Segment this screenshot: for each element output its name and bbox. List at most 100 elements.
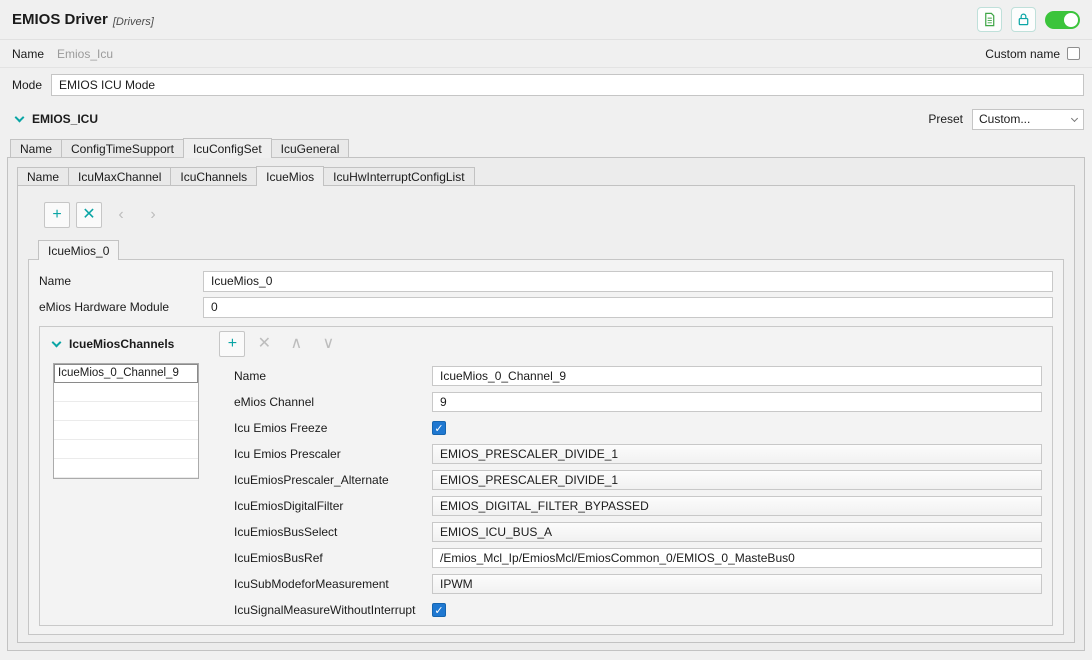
icuemios-name-input[interactable]: IcueMios_0 (203, 270, 1053, 292)
field-row-bus-ref: IcuEmiosBusRef /Emios_Mcl_Ip/EmiosMcl/Em… (234, 545, 1042, 571)
inner-tab-icuemios[interactable]: IcueMios (256, 166, 325, 186)
icuemioschannels-group: IcueMiosChannels + ✕ ∧ ∨ IcueMios_0_Chan… (39, 326, 1053, 626)
document-icon (985, 12, 995, 27)
bus-select[interactable]: EMIOS_ICU_BUS_A (432, 522, 1042, 542)
enable-toggle[interactable] (1045, 10, 1080, 29)
channel-add-button[interactable]: + (219, 331, 246, 357)
channel-move-down-button[interactable]: ∨ (315, 331, 341, 357)
mode-row: Mode EMIOS ICU Mode (0, 68, 1092, 102)
field-row-icu-emios-freeze: Icu Emios Freeze (234, 415, 1042, 441)
field-row-submode: IcuSubModeforMeasurement IPWM (234, 571, 1042, 597)
window-header: EMIOS Driver [Drivers] (0, 0, 1092, 40)
submode-for-measurement-select[interactable]: IPWM (432, 574, 1042, 594)
channel-move-up-button[interactable]: ∧ (283, 331, 309, 357)
field-row-digital-filter: IcuEmiosDigitalFilter EMIOS_DIGITAL_FILT… (234, 493, 1042, 519)
emios-hardware-module-input[interactable]: 0 (203, 296, 1053, 318)
field-label: IcuEmiosPrescaler_Alternate (234, 473, 389, 487)
inner-tab-icumaxchannel[interactable]: IcuMaxChannel (68, 167, 172, 186)
bus-ref-input[interactable]: /Emios_Mcl_Ip/EmiosMcl/EmiosCommon_0/EMI… (432, 548, 1042, 568)
field-label: IcuSubModeforMeasurement (234, 577, 389, 591)
name-value: Emios_Icu (57, 46, 114, 61)
add-button[interactable]: + (44, 202, 70, 228)
custom-name-checkbox[interactable] (1067, 47, 1080, 60)
icuemios-instance-tabbar: IcueMios_0 (38, 240, 1064, 260)
preset-group: Preset Custom... (928, 108, 1084, 130)
name-row: Name Emios_Icu Custom name (0, 40, 1092, 68)
custom-name-group: Custom name (985, 47, 1080, 61)
config-tabbar: Name ConfigTimeSupport IcuConfigSet IcuG… (0, 138, 1092, 158)
icuemios-0-panel: Name IcueMios_0 eMios Hardware Module 0 … (28, 259, 1064, 635)
tab-configtimesupport[interactable]: ConfigTimeSupport (61, 139, 184, 158)
page-subtitle: [Drivers] (112, 15, 154, 28)
icuconfigset-tabbar: Name IcuMaxChannel IcuChannels IcueMios … (17, 166, 1075, 186)
header-actions (977, 7, 1080, 32)
section-title: EMIOS_ICU (32, 112, 99, 126)
chevron-down-icon[interactable] (51, 337, 62, 347)
field-label: eMios Channel (234, 395, 315, 409)
inner-tab-icuhwinterruptconfiglist[interactable]: IcuHwInterruptConfigList (323, 167, 475, 186)
mode-label: Mode (12, 78, 43, 92)
prescaler-alternate-select[interactable]: EMIOS_PRESCALER_DIVIDE_1 (432, 470, 1042, 490)
field-row-prescaler-alternate: IcuEmiosPrescaler_Alternate EMIOS_PRESCA… (234, 467, 1042, 493)
lock-button[interactable] (1011, 7, 1036, 32)
emios-icu-section-header: EMIOS_ICU Preset Custom... (0, 106, 1092, 132)
channels-group-title: IcueMiosChannels (69, 337, 175, 351)
channel-list-empty-row (54, 383, 198, 402)
field-label: Name (234, 369, 267, 383)
chevron-down-icon (1070, 114, 1079, 122)
preset-label: Preset (928, 112, 963, 126)
channel-list[interactable]: IcueMios_0_Channel_9 (53, 363, 199, 479)
mode-input[interactable]: EMIOS ICU Mode (51, 74, 1084, 96)
icuemios-panel: + ✕ ‹ › IcueMios_0 Name IcueMios_0 eMios… (17, 185, 1075, 643)
channel-form: Name IcueMios_0_Channel_9 eMios Channel … (234, 363, 1042, 623)
field-row-name: Name IcueMios_0 (39, 268, 1053, 294)
inner-tab-icuchannels[interactable]: IcuChannels (170, 167, 258, 186)
icuemios-toolbar: + ✕ ‹ › (44, 202, 1064, 228)
field-row-signal-measure: IcuSignalMeasureWithoutInterrupt (234, 597, 1042, 623)
field-row-emios-channel: eMios Channel 9 (234, 389, 1042, 415)
icuconfigset-panel: Name IcuMaxChannel IcuChannels IcueMios … (7, 157, 1085, 651)
channel-list-empty-row (54, 421, 198, 440)
emios-channel-input[interactable]: 9 (432, 392, 1042, 412)
field-row-channel-name: Name IcueMios_0_Channel_9 (234, 363, 1042, 389)
page-title: EMIOS Driver (12, 11, 108, 28)
channels-toolbar: + ✕ ∧ ∨ (219, 331, 341, 357)
channels-group-body: IcueMios_0_Channel_9 Name IcueMios_0_Cha… (40, 361, 1052, 623)
remove-button[interactable]: ✕ (76, 202, 102, 228)
field-label: Name (39, 274, 72, 288)
channel-list-item[interactable]: IcueMios_0_Channel_9 (54, 364, 198, 383)
tab-icuemios-0[interactable]: IcueMios_0 (38, 240, 120, 260)
name-label: Name (12, 46, 45, 61)
channel-list-empty-row (54, 440, 198, 459)
field-row-hw-module: eMios Hardware Module 0 (39, 294, 1053, 320)
channel-name-input[interactable]: IcueMios_0_Channel_9 (432, 366, 1042, 386)
field-row-icu-emios-prescaler: Icu Emios Prescaler EMIOS_PRESCALER_DIVI… (234, 441, 1042, 467)
field-label: Icu Emios Prescaler (234, 447, 341, 461)
previous-button[interactable]: ‹ (108, 202, 134, 228)
channel-list-empty-row (54, 402, 198, 421)
field-row-bus-select: IcuEmiosBusSelect EMIOS_ICU_BUS_A (234, 519, 1042, 545)
custom-name-label: Custom name (985, 46, 1060, 61)
field-label: IcuEmiosDigitalFilter (234, 499, 344, 513)
field-label: IcuEmiosBusRef (234, 551, 323, 565)
preset-select[interactable]: Custom... (972, 108, 1084, 130)
channels-group-header: IcueMiosChannels + ✕ ∧ ∨ (40, 327, 1052, 361)
field-label: Icu Emios Freeze (234, 421, 328, 435)
document-button[interactable] (977, 7, 1002, 32)
field-label: eMios Hardware Module (39, 300, 170, 314)
field-label: IcuSignalMeasureWithoutInterrupt (234, 603, 416, 617)
inner-tab-name[interactable]: Name (17, 167, 70, 186)
tab-name[interactable]: Name (10, 139, 63, 158)
tab-icugeneral[interactable]: IcuGeneral (270, 139, 350, 158)
signal-measure-without-interrupt-checkbox[interactable] (432, 603, 446, 617)
field-label: IcuEmiosBusSelect (234, 525, 338, 539)
digital-filter-select[interactable]: EMIOS_DIGITAL_FILTER_BYPASSED (432, 496, 1042, 516)
next-button[interactable]: › (140, 202, 166, 228)
chevron-down-icon[interactable] (14, 112, 25, 122)
icu-emios-freeze-checkbox[interactable] (432, 421, 446, 435)
tab-icuconfigset[interactable]: IcuConfigSet (182, 138, 272, 158)
icu-emios-prescaler-select[interactable]: EMIOS_PRESCALER_DIVIDE_1 (432, 444, 1042, 464)
channel-remove-button[interactable]: ✕ (251, 331, 277, 357)
channel-list-empty-row (54, 459, 198, 478)
lock-icon (1018, 13, 1029, 26)
